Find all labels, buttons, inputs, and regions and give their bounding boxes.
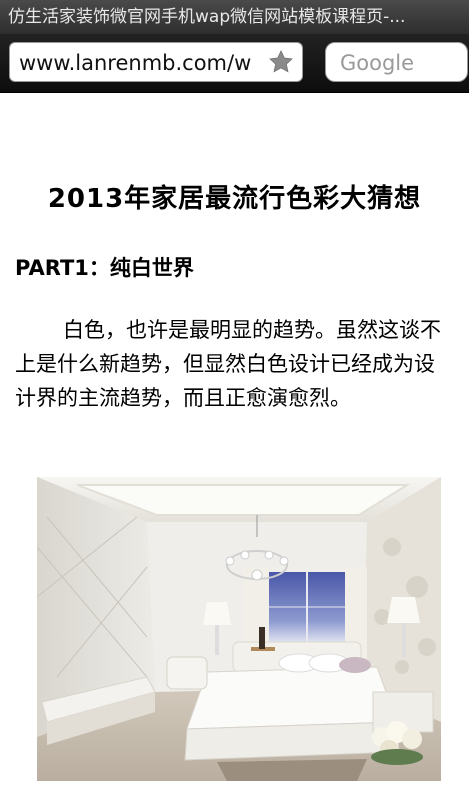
url-input[interactable]: www.lanrenmb.com/w	[9, 42, 303, 82]
search-input[interactable]: Google	[325, 42, 468, 82]
article-title: 2013年家居最流行色彩大猜想	[47, 184, 422, 214]
address-bar: www.lanrenmb.com/w Google	[0, 34, 469, 93]
section-heading: PART1：纯白世界	[15, 256, 194, 280]
url-text[interactable]: www.lanrenmb.com/w	[19, 50, 265, 76]
article-paragraph: 白色，也许是最明显的趋势。虽然这谈不上是什么新趋势，但显然白色设计已经成为设计界…	[15, 318, 441, 410]
page-title-bar: 仿生活家装饰微官网手机wap微信网站模板课程页-...	[0, 0, 469, 34]
tab-title: 仿生活家装饰微官网手机wap微信网站模板课程页-...	[8, 7, 406, 27]
star-icon[interactable]	[264, 45, 298, 79]
search-placeholder: Google	[340, 51, 415, 75]
bedroom-photo	[37, 477, 441, 781]
